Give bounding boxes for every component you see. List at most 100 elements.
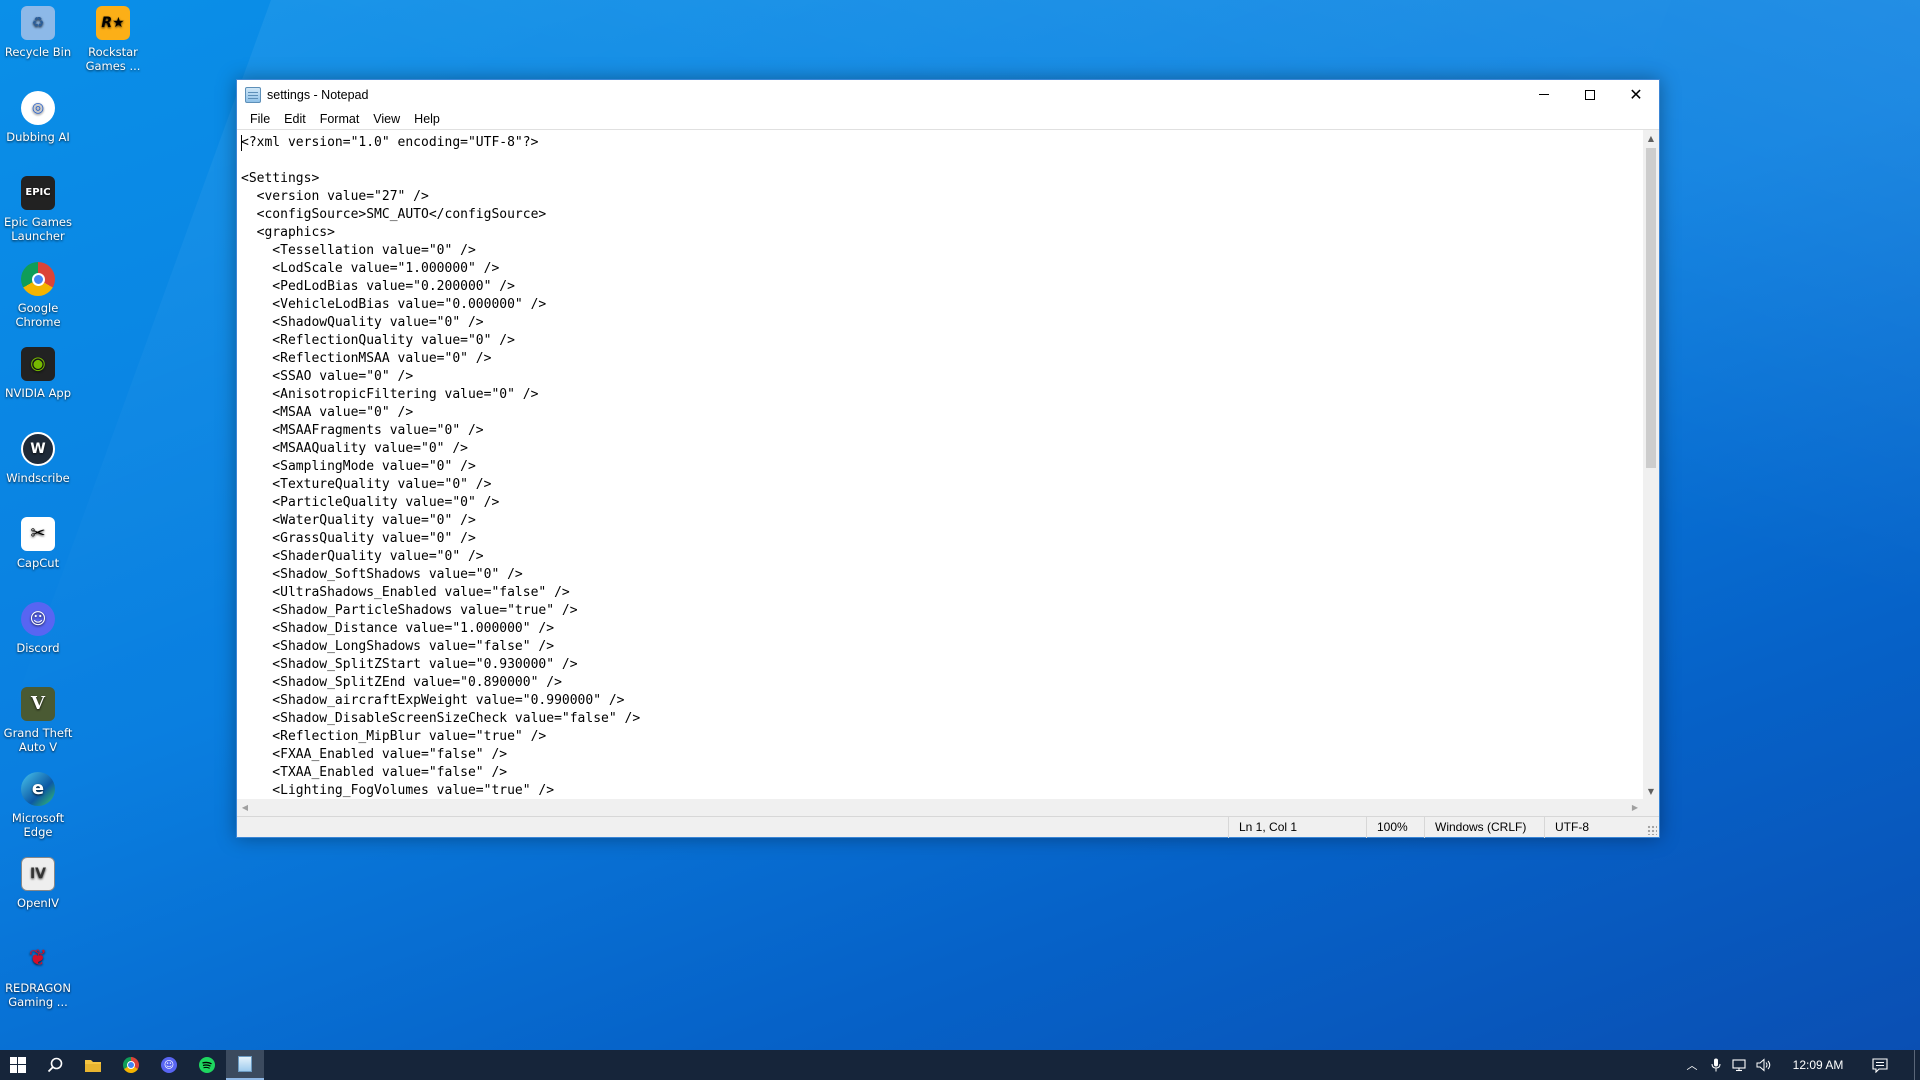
search-icon bbox=[47, 1057, 63, 1073]
desktop-icon-openiv[interactable]: IV OpenIV bbox=[0, 857, 76, 910]
text-caret bbox=[241, 135, 242, 151]
chevron-up-icon: ︿ bbox=[1686, 1060, 1698, 1072]
desktop-icon-label: Google Chrome bbox=[15, 301, 61, 329]
status-line-endings: Windows (CRLF) bbox=[1424, 817, 1544, 838]
capcut-icon: ✂ bbox=[21, 517, 55, 551]
rockstar-games-icon: R★ bbox=[96, 6, 130, 40]
desktop-icon-label: REDRAGON Gaming ... bbox=[5, 981, 71, 1009]
notepad-icon bbox=[245, 86, 261, 103]
network-icon bbox=[1732, 1058, 1746, 1071]
discord-taskbar-button[interactable]: ☺ bbox=[150, 1050, 188, 1080]
windows-logo-icon bbox=[10, 1057, 26, 1073]
show-hidden-icons-button[interactable]: ︿ bbox=[1680, 1050, 1704, 1080]
window-title: settings - Notepad bbox=[267, 87, 369, 102]
desktop-icon-label: OpenIV bbox=[17, 896, 59, 910]
desktop-icon-gta-v[interactable]: V Grand Theft Auto V bbox=[0, 687, 76, 754]
desktop-icon-nvidia[interactable]: ◉ NVIDIA App bbox=[0, 347, 76, 400]
menu-help[interactable]: Help bbox=[407, 110, 447, 128]
scroll-left-icon[interactable]: ◀ bbox=[237, 799, 253, 816]
vertical-scrollbar[interactable]: ▲ ▼ bbox=[1643, 129, 1659, 799]
scrollbar-corner bbox=[1643, 799, 1659, 816]
desktop-icon-recycle-bin[interactable]: ♻ Recycle Bin bbox=[0, 6, 76, 59]
chrome-taskbar-button[interactable] bbox=[112, 1050, 150, 1080]
desktop-icon-label: Dubbing AI bbox=[6, 130, 70, 144]
desktop-icon-label: Microsoft Edge bbox=[11, 811, 65, 839]
chrome-icon bbox=[123, 1057, 139, 1073]
desktop-icon-epic-games[interactable]: EPIC Epic Games Launcher bbox=[0, 176, 76, 243]
desktop-icon-rockstar[interactable]: R★ Rockstar Games ... bbox=[75, 6, 151, 73]
close-button[interactable]: ✕ bbox=[1613, 80, 1659, 109]
horizontal-scrollbar[interactable]: ◀ ▶ bbox=[237, 799, 1643, 816]
nvidia-icon: ◉ bbox=[21, 347, 55, 381]
volume-button[interactable] bbox=[1752, 1050, 1776, 1080]
notepad-window: settings - Notepad ✕ File Edit Format Vi… bbox=[236, 79, 1660, 838]
notification-icon bbox=[1872, 1057, 1888, 1073]
spotify-taskbar-button[interactable] bbox=[188, 1050, 226, 1080]
spotify-icon bbox=[199, 1057, 215, 1073]
text-editor[interactable]: <?xml version="1.0" encoding="UTF-8"?> <… bbox=[237, 129, 1643, 799]
vertical-scroll-thumb[interactable] bbox=[1646, 148, 1656, 468]
system-tray: ︿ 12:09 AM bbox=[1680, 1050, 1920, 1080]
status-bar: Ln 1, Col 1 100% Windows (CRLF) UTF-8 bbox=[237, 816, 1659, 838]
edge-icon: e bbox=[21, 772, 55, 806]
desktop-icon-dubbing-ai[interactable]: ◎ Dubbing AI bbox=[0, 91, 76, 144]
desktop-icon-label: NVIDIA App bbox=[4, 386, 72, 400]
close-icon: ✕ bbox=[1629, 84, 1643, 104]
recycle-bin-icon: ♻ bbox=[21, 6, 55, 40]
microphone-icon bbox=[1711, 1058, 1721, 1072]
notepad-taskbar-button[interactable] bbox=[226, 1050, 264, 1080]
menu-edit[interactable]: Edit bbox=[277, 110, 313, 128]
resize-grip-icon[interactable] bbox=[1647, 825, 1657, 835]
scroll-up-icon[interactable]: ▲ bbox=[1643, 130, 1659, 146]
desktop-icon-label: Grand Theft Auto V bbox=[3, 726, 73, 754]
redragon-icon: ❦ bbox=[28, 946, 48, 971]
desktop-icon-label: Recycle Bin bbox=[4, 45, 72, 59]
chrome-icon bbox=[21, 262, 55, 296]
desktop-icon-chrome[interactable]: Google Chrome bbox=[0, 262, 76, 329]
desktop-icon-label: Discord bbox=[16, 641, 60, 655]
maximize-icon bbox=[1585, 89, 1595, 100]
status-cursor-position: Ln 1, Col 1 bbox=[1228, 817, 1366, 838]
desktop-icon-discord[interactable]: ☺ Discord bbox=[0, 602, 76, 655]
menu-format[interactable]: Format bbox=[313, 110, 367, 128]
editor-content[interactable]: <?xml version="1.0" encoding="UTF-8"?> <… bbox=[237, 130, 1643, 799]
epic-games-icon: EPIC bbox=[21, 176, 55, 210]
desktop-icon-label: Epic Games Launcher bbox=[4, 215, 72, 243]
clock[interactable]: 12:09 AM bbox=[1778, 1050, 1858, 1080]
scroll-down-icon[interactable]: ▼ bbox=[1643, 783, 1659, 799]
taskbar: ☺ ︿ 12:09 AM bbox=[0, 1050, 1920, 1080]
desktop-icon-windscribe[interactable]: W Windscribe bbox=[0, 432, 76, 485]
gta-v-icon: V bbox=[21, 687, 55, 721]
start-button[interactable] bbox=[0, 1050, 36, 1080]
menu-view[interactable]: View bbox=[366, 110, 407, 128]
dubbing-ai-icon: ◎ bbox=[21, 91, 55, 125]
menu-file[interactable]: File bbox=[243, 110, 277, 128]
openiv-icon: IV bbox=[21, 857, 55, 891]
desktop: ♻ Recycle Bin R★ Rockstar Games ... ◎ Du… bbox=[0, 0, 1920, 1050]
minimize-icon bbox=[1539, 94, 1549, 95]
discord-icon: ☺ bbox=[161, 1057, 177, 1073]
file-explorer-button[interactable] bbox=[74, 1050, 112, 1080]
action-center-button[interactable] bbox=[1860, 1050, 1900, 1080]
notepad-icon bbox=[238, 1056, 252, 1072]
status-encoding: UTF-8 bbox=[1544, 817, 1644, 838]
folder-icon bbox=[85, 1059, 101, 1072]
show-desktop-button[interactable] bbox=[1914, 1050, 1920, 1080]
volume-icon bbox=[1756, 1058, 1771, 1072]
desktop-icon-label: Windscribe bbox=[6, 471, 70, 485]
network-button[interactable] bbox=[1728, 1050, 1752, 1080]
microphone-button[interactable] bbox=[1704, 1050, 1728, 1080]
search-button[interactable] bbox=[36, 1050, 74, 1080]
discord-icon: ☺ bbox=[21, 602, 55, 636]
status-zoom: 100% bbox=[1366, 817, 1424, 838]
desktop-icon-redragon[interactable]: ❦ REDRAGON Gaming ... bbox=[0, 942, 76, 1010]
desktop-icon-capcut[interactable]: ✂ CapCut bbox=[0, 517, 76, 570]
menu-bar: File Edit Format View Help bbox=[237, 109, 1659, 129]
scroll-right-icon[interactable]: ▶ bbox=[1627, 799, 1643, 816]
title-bar[interactable]: settings - Notepad ✕ bbox=[237, 80, 1659, 109]
desktop-icon-label: CapCut bbox=[16, 556, 60, 570]
desktop-icon-edge[interactable]: e Microsoft Edge bbox=[0, 772, 76, 839]
windscribe-icon: W bbox=[21, 432, 55, 466]
minimize-button[interactable] bbox=[1521, 80, 1567, 109]
maximize-button[interactable] bbox=[1567, 80, 1613, 109]
